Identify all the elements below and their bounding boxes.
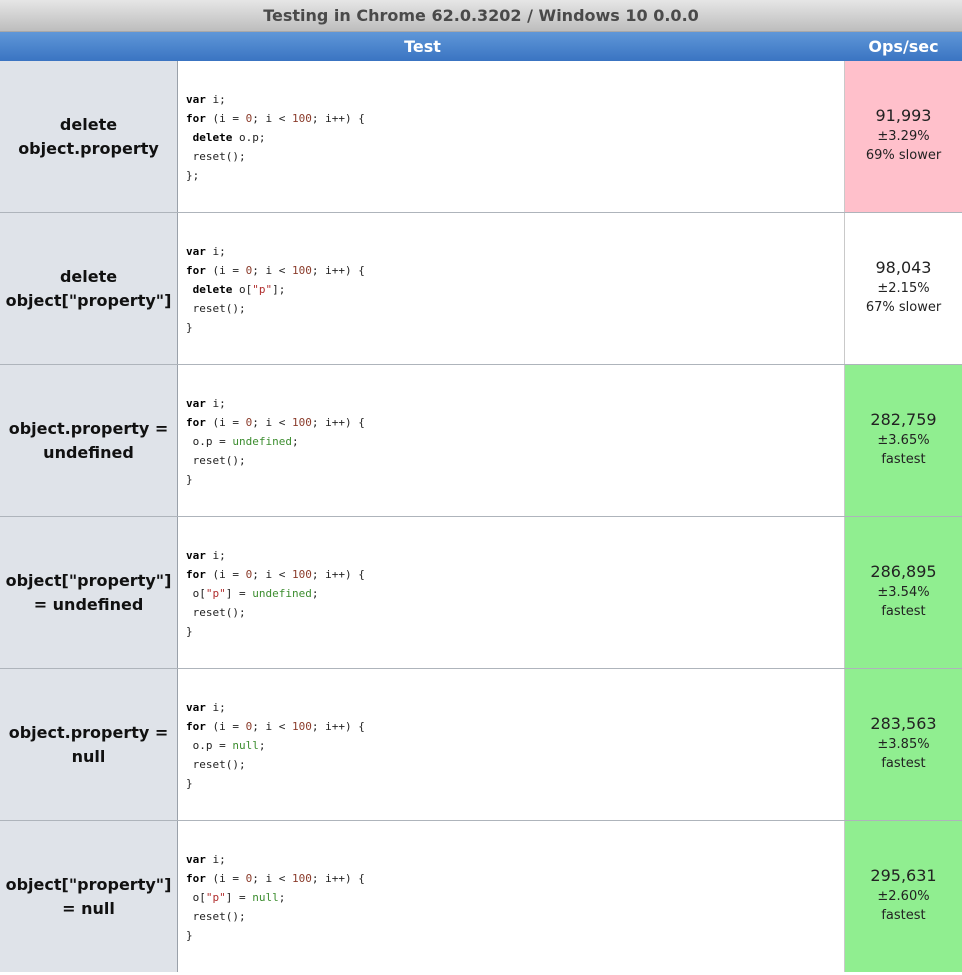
test-code-cell: var i; for (i = 0; i < 100; i++) { o.p = … [178,365,845,516]
test-name-line: object.property = [8,722,169,742]
test-name-line: = undefined [33,594,144,614]
code-line: o["p"] = undefined; [192,587,319,600]
code-line: for (i = 0; i < 100; i++) { [186,112,365,125]
ops-relative-speed: fastest [881,452,926,467]
ops-relative-speed: fastest [881,756,926,771]
ops-error-margin: ±2.60% [877,889,930,904]
code-line: } [186,321,193,334]
ops-value: 295,631 [870,866,937,885]
test-code-cell: var i; for (i = 0; i < 100; i++) { o["p"]… [178,517,845,668]
test-name-line: object["property"] [5,874,172,894]
code-line: for (i = 0; i < 100; i++) { [186,720,365,733]
test-code-cell: var i; for (i = 0; i < 100; i++) { delete… [178,213,845,364]
ops-relative-speed: fastest [881,908,926,923]
test-code-cell: var i; for (i = 0; i < 100; i++) { delete… [178,61,845,212]
test-name-line: object["property"] [5,290,172,310]
ops-relative-speed: fastest [881,604,926,619]
table-row: delete object.property var i; for (i = 0; i… [0,61,962,212]
table-row: object["property"] = undefined var i; for (… [0,516,962,668]
code-line: } [186,625,193,638]
code-line: reset(); [186,758,246,771]
test-name-cell: object.property = undefined [0,365,178,516]
table-header: Test Ops/sec [0,32,962,61]
code-line: for (i = 0; i < 100; i++) { [186,264,365,277]
code-line: }; [186,169,200,182]
test-column-header: Test [404,37,441,56]
code-line: o.p = null; [192,739,266,752]
ops-error-margin: ±2.15% [877,281,930,296]
ops-value: 286,895 [870,562,937,581]
ops-result-cell: 98,043 ±2.15% 67% slower [845,213,962,364]
ops-error-margin: ±3.29% [877,129,930,144]
test-name-cell: object["property"] = null [0,821,178,972]
test-name-line: undefined [43,442,134,462]
test-name-line: object.property = [8,418,169,438]
ops-result-cell: 283,563 ±3.85% fastest [845,669,962,820]
test-name-cell: delete object.property [0,61,178,212]
ops-value: 283,563 [870,714,937,733]
code-line: var i; [186,93,226,106]
page-title: Testing in Chrome 62.0.3202 / Windows 10… [0,0,962,32]
test-name-line: delete [59,266,118,286]
test-name-line: null [71,746,106,766]
code-line: for (i = 0; i < 100; i++) { [186,568,365,581]
code-line: reset(); [186,302,246,315]
results-table: delete object.property var i; for (i = 0; i… [0,61,962,972]
test-name-line: delete [59,114,118,134]
code-line: } [186,777,193,790]
code-line: reset(); [186,606,246,619]
ops-value: 282,759 [870,410,937,429]
table-row: delete object["property"] var i; for (i = 0… [0,212,962,364]
code-line: var i; [186,245,226,258]
test-name-line: object.property [18,138,159,158]
code-line: var i; [186,397,226,410]
code-line: o["p"] = null; [192,891,286,904]
ops-result-cell: 295,631 ±2.60% fastest [845,821,962,972]
ops-result-cell: 91,993 ±3.29% 69% slower [845,61,962,212]
ops-error-margin: ±3.65% [877,433,930,448]
code-line: } [186,473,193,486]
ops-relative-speed: 67% slower [865,300,942,315]
code-line: var i; [186,853,226,866]
table-row: object.property = undefined var i; for (i =… [0,364,962,516]
test-name-cell: delete object["property"] [0,213,178,364]
ops-value: 98,043 [875,258,932,277]
test-name-line: = null [62,898,115,918]
code-line: reset(); [186,454,246,467]
code-line: reset(); [186,150,246,163]
code-line: var i; [186,701,226,714]
test-name-cell: object.property = null [0,669,178,820]
code-line: reset(); [186,910,246,923]
ops-result-cell: 282,759 ±3.65% fastest [845,365,962,516]
ops-column-header: Ops/sec [868,37,939,56]
code-line: } [186,929,193,942]
test-code-cell: var i; for (i = 0; i < 100; i++) { o.p = … [178,669,845,820]
code-line: delete o.p; [192,131,266,144]
test-name-cell: object["property"] = undefined [0,517,178,668]
ops-result-cell: 286,895 ±3.54% fastest [845,517,962,668]
ops-error-margin: ±3.54% [877,585,930,600]
code-line: for (i = 0; i < 100; i++) { [186,416,365,429]
test-code-cell: var i; for (i = 0; i < 100; i++) { o["p"]… [178,821,845,972]
table-row: object.property = null var i; for (i = 0; i… [0,668,962,820]
code-line: o.p = undefined; [192,435,299,448]
ops-error-margin: ±3.85% [877,737,930,752]
benchmark-results: Testing in Chrome 62.0.3202 / Windows 10… [0,0,962,975]
code-line: for (i = 0; i < 100; i++) { [186,872,365,885]
table-row: object["property"] = null var i; for (i = 0… [0,820,962,972]
ops-relative-speed: 69% slower [865,148,942,163]
test-name-line: object["property"] [5,570,172,590]
ops-value: 91,993 [875,106,932,125]
code-line: delete o["p"]; [192,283,286,296]
code-line: var i; [186,549,226,562]
